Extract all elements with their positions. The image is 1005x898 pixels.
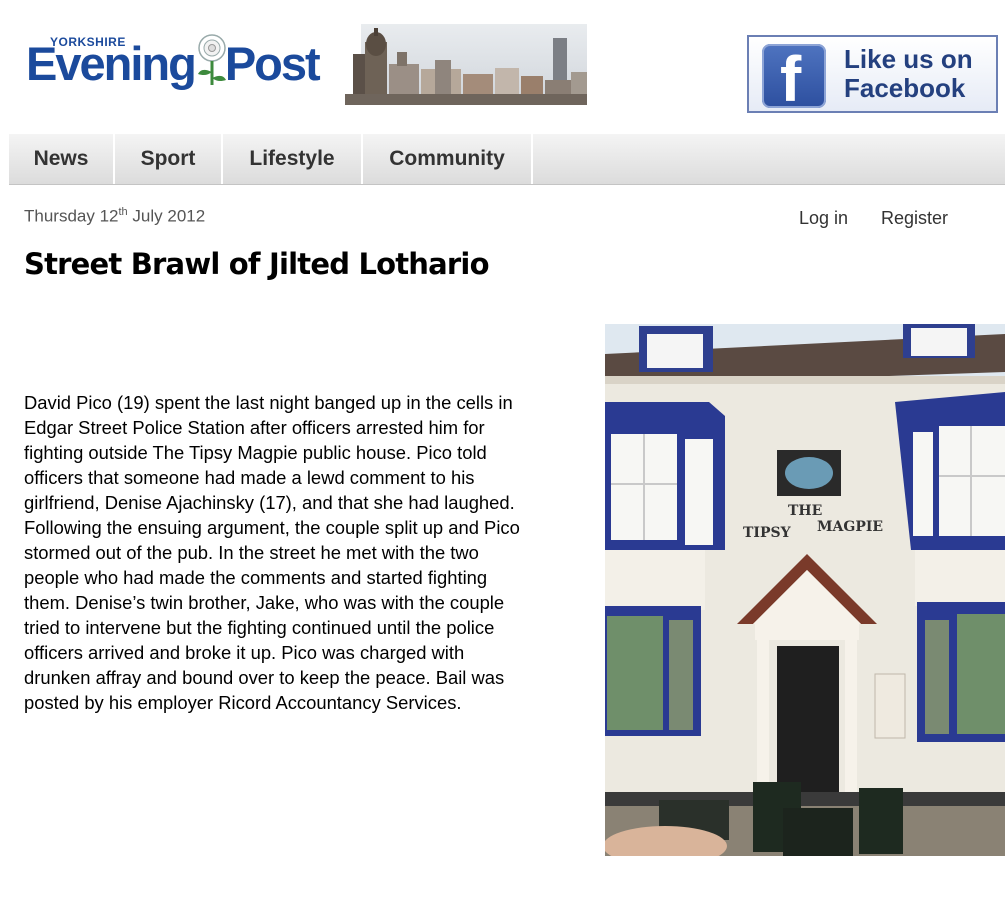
register-link[interactable]: Register [881,208,948,229]
nav-tab-news[interactable]: News [9,134,115,184]
site-logo[interactable]: YORKSHIRE Evening Post [26,30,326,100]
facebook-like-banner[interactable]: f Like us on Facebook [747,35,998,114]
logo-word-evening: Evening [26,37,197,90]
svg-text:TIPSY: TIPSY [743,525,792,541]
pub-photo: THE TIPSY MAGPIE [605,324,1005,856]
facebook-f-icon: f [762,44,826,114]
nav-tab-lifestyle[interactable]: Lifestyle [223,134,363,184]
city-skyline-image [345,24,587,105]
main-nav: News Sport Lifestyle Community [9,134,1005,185]
date-ordinal: th [118,206,128,218]
publish-date: Thursday 12th July 2012 [24,206,205,227]
date-month-year: July 2012 [127,206,206,226]
date-day: Thursday 12 [24,206,119,226]
logo-wordmark: Evening Post [26,36,321,91]
logo-word-post: Post [224,37,321,90]
nav-tab-sport[interactable]: Sport [115,134,223,184]
article-body: David Pico (19) spent the last night ban… [24,392,520,713]
svg-text:THE: THE [788,503,822,519]
article-headline: Street Brawl of Jilted Lothario [24,247,490,281]
login-link[interactable]: Log in [799,208,848,229]
facebook-banner-text: Like us on Facebook [844,45,973,103]
rose-icon [198,34,226,85]
facebook-line-2: Facebook [844,73,966,103]
facebook-line-1: Like us on [844,44,973,74]
svg-text:MAGPIE: MAGPIE [817,519,883,535]
nav-tab-community[interactable]: Community [363,134,533,184]
